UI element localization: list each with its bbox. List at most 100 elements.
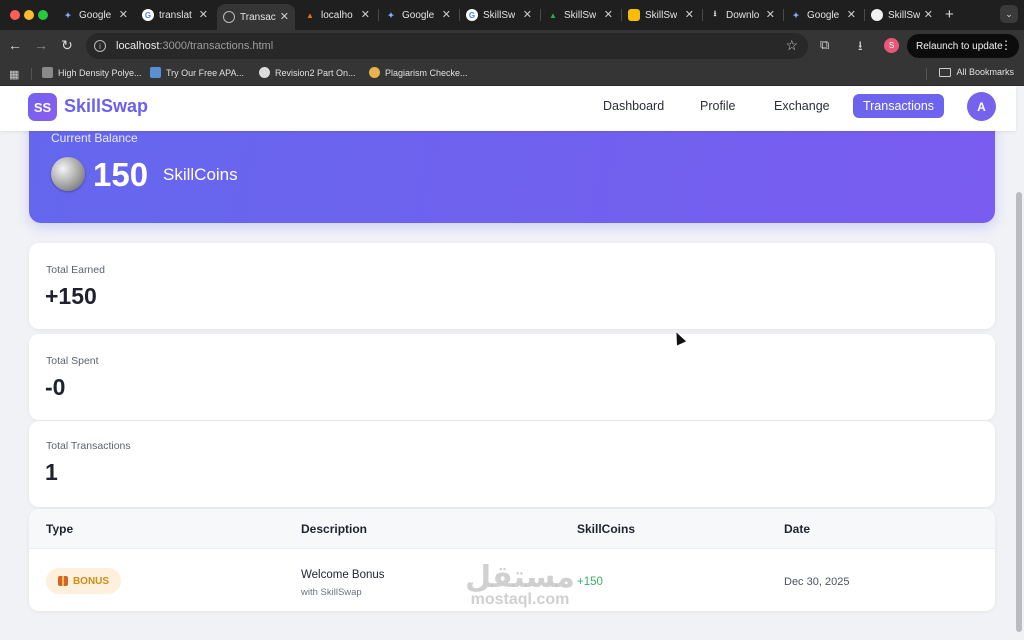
bookmark-star-icon[interactable]: ☆: [785, 37, 798, 54]
column-header-skillcoins: SkillCoins: [577, 522, 636, 536]
forward-arrow-icon[interactable]: →: [32, 37, 50, 53]
close-icon[interactable]: ✕: [685, 8, 694, 21]
close-icon[interactable]: ✕: [199, 8, 208, 21]
folder-icon: [939, 67, 952, 77]
bookmark-label: Plagiarism Checke...: [385, 67, 468, 78]
close-icon[interactable]: ✕: [442, 8, 451, 21]
site-info-icon[interactable]: i: [94, 40, 106, 52]
github-icon: [871, 9, 883, 21]
browser-toolbar: ← → ↻ i localhost:3000/transactions.html…: [0, 30, 1024, 62]
browser-tab[interactable]: SkillSw ✕: [865, 4, 939, 26]
bookmark-item[interactable]: Revision2 Part On...: [259, 67, 356, 78]
all-bookmarks-button[interactable]: All Bookmarks: [939, 67, 1014, 77]
downloads-icon[interactable]: ⭳: [858, 37, 863, 59]
transaction-date: Dec 30, 2025: [784, 576, 850, 588]
browser-tab[interactable]: ▲ SkillSw ✕: [541, 4, 619, 26]
window-close-button[interactable]: [10, 10, 20, 20]
transaction-description: Welcome Bonus: [301, 569, 385, 581]
close-icon[interactable]: ✕: [924, 8, 933, 21]
close-icon[interactable]: ✕: [766, 8, 775, 21]
browser-tab-active[interactable]: Transac ✕: [217, 4, 295, 30]
close-icon[interactable]: ✕: [604, 8, 613, 21]
user-avatar[interactable]: A: [967, 92, 996, 121]
stat-label: Total Earned: [46, 264, 105, 276]
bookmark-favicon: [42, 67, 53, 78]
back-arrow-icon[interactable]: ←: [6, 37, 24, 53]
balance-amount: 150: [93, 156, 149, 193]
stat-card-total-earned: Total Earned +150: [29, 243, 995, 329]
browser-tab[interactable]: SkillSw ✕: [622, 4, 700, 26]
google-icon: G: [466, 9, 478, 21]
url-text[interactable]: localhost:3000/transactions.html: [116, 40, 273, 52]
bookmark-favicon: [150, 67, 161, 78]
bookmark-label: Try Our Free APA...: [166, 67, 245, 78]
new-tab-button[interactable]: +: [945, 6, 954, 23]
watermark-arabic: مستقل: [465, 560, 575, 595]
tab-title: Downlo: [726, 9, 760, 21]
logo-mark[interactable]: SS: [28, 93, 57, 121]
tab-title: localho: [321, 9, 353, 21]
stat-label: Total Transactions: [46, 440, 131, 452]
gemini-icon: ✦: [792, 10, 800, 20]
tab-title: Google: [79, 9, 112, 21]
close-icon[interactable]: ✕: [119, 8, 128, 21]
column-header-description: Description: [301, 522, 368, 536]
bookmarks-divider: [31, 68, 32, 80]
table-header-row: Type Description SkillCoins Date: [29, 509, 995, 549]
bookmark-label: High Density Polye...: [58, 67, 142, 78]
more-vertical-icon: ⋮: [1000, 38, 1012, 52]
page-viewport: SS SkillSwap Dashboard Profile Exchange …: [0, 86, 1024, 640]
all-bookmarks-label: All Bookmarks: [956, 67, 1014, 77]
url-host: localhost: [116, 40, 160, 52]
close-icon[interactable]: ✕: [523, 8, 532, 21]
stat-label: Total Spent: [46, 355, 99, 367]
nav-dashboard-link[interactable]: Dashboard: [603, 99, 664, 113]
reload-icon[interactable]: ↻: [58, 37, 76, 54]
window-maximize-button[interactable]: [38, 10, 48, 20]
browser-tab[interactable]: G translat ✕: [136, 4, 214, 26]
nav-exchange-link[interactable]: Exchange: [774, 99, 830, 113]
bookmark-item[interactable]: High Density Polye...: [42, 67, 142, 78]
tab-search-button[interactable]: ⌄: [1000, 5, 1018, 23]
close-icon[interactable]: ✕: [847, 8, 856, 21]
window-minimize-button[interactable]: [24, 10, 34, 20]
bookmark-item[interactable]: Try Our Free APA...: [150, 67, 244, 78]
tab-title: SkillSw: [888, 9, 921, 21]
bookmark-item[interactable]: Plagiarism Checke...: [369, 67, 468, 78]
browser-tab[interactable]: G SkillSw ✕: [460, 4, 538, 26]
page-scrollbar[interactable]: [1016, 192, 1022, 632]
apps-grid-icon[interactable]: ▦: [9, 68, 19, 81]
gemini-icon: ✦: [64, 10, 72, 20]
browser-tab[interactable]: ✦ Google ✕: [56, 4, 134, 26]
tab-title: Google: [402, 9, 435, 21]
close-icon[interactable]: ✕: [361, 8, 370, 21]
address-bar[interactable]: i localhost:3000/transactions.html ☆: [86, 33, 808, 59]
relaunch-to-update-button[interactable]: Relaunch to update ⋮: [907, 34, 1019, 58]
logo-text[interactable]: SkillSwap: [64, 96, 148, 117]
transaction-description-sub: with SkillSwap: [301, 587, 362, 598]
google-icon: G: [142, 9, 154, 21]
close-icon[interactable]: ✕: [280, 10, 289, 23]
watermark-latin: mostaql.com: [470, 591, 570, 608]
browser-tab[interactable]: ▲ localho ✕: [298, 4, 376, 26]
type-badge: BONUS: [46, 568, 121, 594]
extensions-puzzle-icon[interactable]: ⧉: [820, 37, 829, 53]
browser-tab[interactable]: ✦ Google ✕: [379, 4, 457, 26]
browser-tab[interactable]: ✦ Google ✕: [784, 4, 862, 26]
app-navbar: SS SkillSwap Dashboard Profile Exchange …: [0, 86, 1016, 131]
download-icon: ⭳: [713, 9, 717, 18]
tab-title: translat: [159, 9, 192, 21]
tab-title: Transac: [240, 11, 276, 23]
column-header-date: Date: [784, 522, 811, 536]
tab-title: SkillSw: [483, 9, 516, 21]
tab-title: SkillSw: [645, 9, 678, 21]
nav-transactions-link[interactable]: Transactions: [853, 94, 944, 118]
nav-profile-link[interactable]: Profile: [700, 99, 735, 113]
stat-value: 1: [45, 459, 58, 485]
stat-card-total-spent: Total Spent -0: [29, 334, 995, 420]
globe-icon: [223, 11, 235, 23]
browser-profile-avatar[interactable]: S: [884, 38, 899, 53]
browser-tab[interactable]: ⭳ Downlo ✕: [703, 4, 781, 26]
slides-icon: [628, 9, 640, 21]
sails-icon: ▲: [306, 10, 314, 20]
